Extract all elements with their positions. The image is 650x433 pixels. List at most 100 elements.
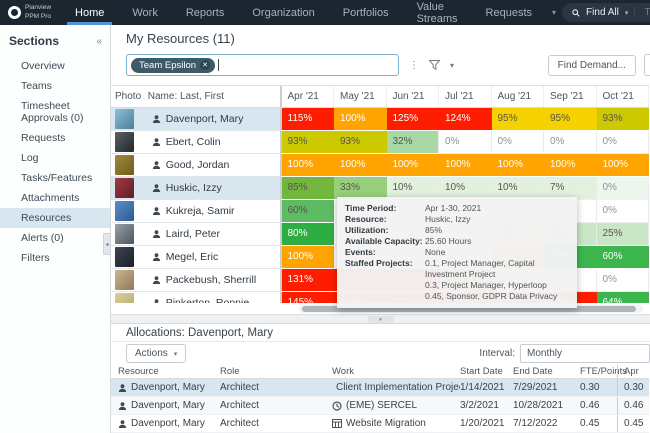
utilization-cell[interactable]: 100% bbox=[334, 108, 387, 131]
allocation-resource-name: Davenport, Mary bbox=[131, 382, 205, 393]
search-input[interactable]: Type Keyword, ID, or Name bbox=[634, 7, 650, 18]
splitter-collapse-handle[interactable]: ▾ bbox=[368, 316, 394, 323]
global-search[interactable]: Find All ▾ Type Keyword, ID, or Name bbox=[562, 3, 650, 22]
utilization-cell[interactable]: 0% bbox=[597, 177, 650, 200]
grid-column-header: Aug '21 bbox=[492, 86, 545, 107]
utilization-cell[interactable]: 0% bbox=[597, 131, 650, 154]
nav-more-caret-icon[interactable]: ▾ bbox=[546, 0, 562, 25]
resource-name-cell[interactable]: Huskic, Izzy bbox=[144, 177, 282, 200]
sidebar-item-overview[interactable]: Overview bbox=[0, 56, 110, 76]
sidebar-item-log[interactable]: Log bbox=[0, 148, 110, 168]
resource-row[interactable]: Good, Jordan100%100%100%100%100%100%100% bbox=[111, 154, 649, 177]
sidebar-item-teams[interactable]: Teams bbox=[0, 76, 110, 96]
resource-name-cell[interactable]: Megel, Eric bbox=[144, 246, 282, 269]
utilization-cell[interactable]: 100% bbox=[492, 154, 545, 177]
filter-input[interactable]: Team Epsilon ✕ bbox=[126, 54, 399, 76]
utilization-cell[interactable]: 60% bbox=[282, 200, 335, 223]
utilization-cell[interactable]: 0% bbox=[544, 131, 597, 154]
tooltip-value: 0.45, Sponsor, GDPR Data Privacy bbox=[425, 291, 557, 302]
tooltip-value: Apr 1-30, 2021 bbox=[425, 203, 481, 214]
brand-line2: PPM Pro bbox=[25, 13, 51, 20]
allocation-work-cell[interactable]: Website Migration bbox=[332, 418, 460, 429]
filter-chip[interactable]: Team Epsilon ✕ bbox=[131, 58, 215, 73]
nav-item-reports[interactable]: Reports bbox=[172, 0, 239, 25]
utilization-cell[interactable]: 100% bbox=[439, 154, 492, 177]
nav-item-portfolios[interactable]: Portfolios bbox=[329, 0, 403, 25]
utilization-cell[interactable]: 60% bbox=[597, 246, 650, 269]
allocation-work-cell[interactable]: (EME) SERCEL bbox=[332, 400, 460, 411]
utilization-cell[interactable]: 100% bbox=[544, 154, 597, 177]
photo-cell bbox=[111, 177, 144, 200]
main-panel: My Resources (11) Team Epsilon ✕ ⋮ ▾ bbox=[111, 25, 650, 433]
sidebar-item-tasks-features[interactable]: Tasks/Features bbox=[0, 168, 110, 188]
resource-name-cell[interactable]: Kukreja, Samir bbox=[144, 200, 282, 223]
resource-name-cell[interactable]: Davenport, Mary bbox=[144, 108, 282, 131]
nav-item-organization[interactable]: Organization bbox=[238, 0, 328, 25]
sidebar-collapse-icon[interactable]: « bbox=[96, 36, 102, 47]
chip-remove-icon[interactable]: ✕ bbox=[200, 60, 210, 70]
partial-button[interactable] bbox=[644, 54, 650, 76]
allocation-resource-name: Davenport, Mary bbox=[131, 400, 205, 411]
utilization-cell[interactable]: 0% bbox=[597, 200, 650, 223]
resource-name-cell[interactable]: Laird, Peter bbox=[144, 223, 282, 246]
utilization-cell[interactable]: 85% bbox=[282, 177, 335, 200]
utilization-cell[interactable]: 100% bbox=[282, 246, 335, 269]
utilization-cell[interactable]: 145% bbox=[282, 292, 335, 303]
sidebar-item-filters[interactable]: Filters bbox=[0, 248, 110, 268]
sidebar-item-attachments[interactable]: Attachments bbox=[0, 188, 110, 208]
utilization-cell[interactable]: 0% bbox=[597, 269, 650, 292]
planview-logo[interactable]: Planview PPM Pro bbox=[0, 0, 61, 25]
utilization-cell[interactable]: 93% bbox=[334, 131, 387, 154]
nav-item-requests[interactable]: Requests bbox=[472, 0, 546, 25]
resource-row[interactable]: Davenport, Mary115%100%125%124%95%95%93% bbox=[111, 108, 649, 131]
utilization-cell[interactable]: 25% bbox=[597, 223, 650, 246]
nav-item-work[interactable]: Work bbox=[118, 0, 171, 25]
search-scope-caret-icon[interactable]: ▾ bbox=[625, 9, 629, 17]
search-scope-selector[interactable]: Find All bbox=[586, 7, 619, 18]
allocation-work-cell[interactable]: Client Implementation Project bbox=[332, 382, 460, 393]
allocation-row[interactable]: Davenport, MaryArchitect(EME) SERCEL3/2/… bbox=[111, 397, 649, 415]
find-demand-button[interactable]: Find Demand... bbox=[548, 55, 636, 76]
sidebar-collapse-handle[interactable]: ◂ bbox=[103, 233, 111, 255]
nav-item-value-streams[interactable]: Value Streams bbox=[403, 0, 472, 25]
nav-item-home[interactable]: Home bbox=[61, 0, 118, 25]
utilization-cell[interactable]: 0% bbox=[439, 131, 492, 154]
sidebar-item-timesheet-approvals-[interactable]: Timesheet Approvals (0) bbox=[0, 96, 110, 128]
utilization-cell[interactable]: 124% bbox=[439, 108, 492, 131]
utilization-cell[interactable]: 100% bbox=[387, 154, 440, 177]
utilization-cell[interactable]: 115% bbox=[282, 108, 335, 131]
utilization-cell[interactable]: 95% bbox=[544, 108, 597, 131]
utilization-cell[interactable]: 80% bbox=[282, 223, 335, 246]
utilization-cell[interactable]: 32% bbox=[387, 131, 440, 154]
utilization-cell[interactable]: 131% bbox=[282, 269, 335, 292]
sidebar-item-requests[interactable]: Requests bbox=[0, 128, 110, 148]
allocation-role-cell: Architect bbox=[220, 400, 332, 411]
filter-funnel-icon[interactable] bbox=[429, 60, 440, 70]
panel-splitter[interactable]: ▾ bbox=[111, 314, 650, 324]
utilization-cell[interactable]: 64% bbox=[597, 292, 650, 303]
kebab-menu-icon[interactable]: ⋮ bbox=[409, 60, 419, 71]
utilization-cell[interactable]: 100% bbox=[282, 154, 335, 177]
actions-button[interactable]: Actions ▾ bbox=[126, 344, 186, 363]
utilization-cell[interactable]: 93% bbox=[282, 131, 335, 154]
sidebar-item-alerts-[interactable]: Alerts (0) bbox=[0, 228, 110, 248]
sidebar-item-resources[interactable]: Resources bbox=[0, 208, 110, 228]
filter-caret-icon[interactable]: ▾ bbox=[450, 61, 454, 70]
allocation-row[interactable]: Davenport, MaryArchitectClient Implement… bbox=[111, 379, 649, 397]
utilization-cell[interactable]: 125% bbox=[387, 108, 440, 131]
utilization-cell[interactable]: 0% bbox=[492, 131, 545, 154]
resource-row[interactable]: Ebert, Colin93%93%32%0%0%0%0% bbox=[111, 131, 649, 154]
utilization-cell[interactable]: 100% bbox=[597, 154, 650, 177]
utilization-cell[interactable]: 100% bbox=[334, 154, 387, 177]
resource-name-cell[interactable]: Ebert, Colin bbox=[144, 131, 282, 154]
grid-column-header: Sep '21 bbox=[544, 86, 597, 107]
utilization-cell[interactable]: 95% bbox=[492, 108, 545, 131]
tooltip-row: Utilization:85% bbox=[345, 225, 569, 236]
allocation-row[interactable]: Davenport, MaryArchitectWebsite Migratio… bbox=[111, 415, 649, 433]
utilization-cell[interactable]: 93% bbox=[597, 108, 650, 131]
interval-select[interactable]: Monthly bbox=[520, 344, 650, 363]
resource-name-cell[interactable]: Good, Jordan bbox=[144, 154, 282, 177]
resource-name-cell[interactable]: Packebush, Sherrill bbox=[144, 269, 282, 292]
resource-name-cell[interactable]: Pinkerton, Ronnie bbox=[144, 292, 282, 303]
project-icon bbox=[332, 401, 342, 411]
